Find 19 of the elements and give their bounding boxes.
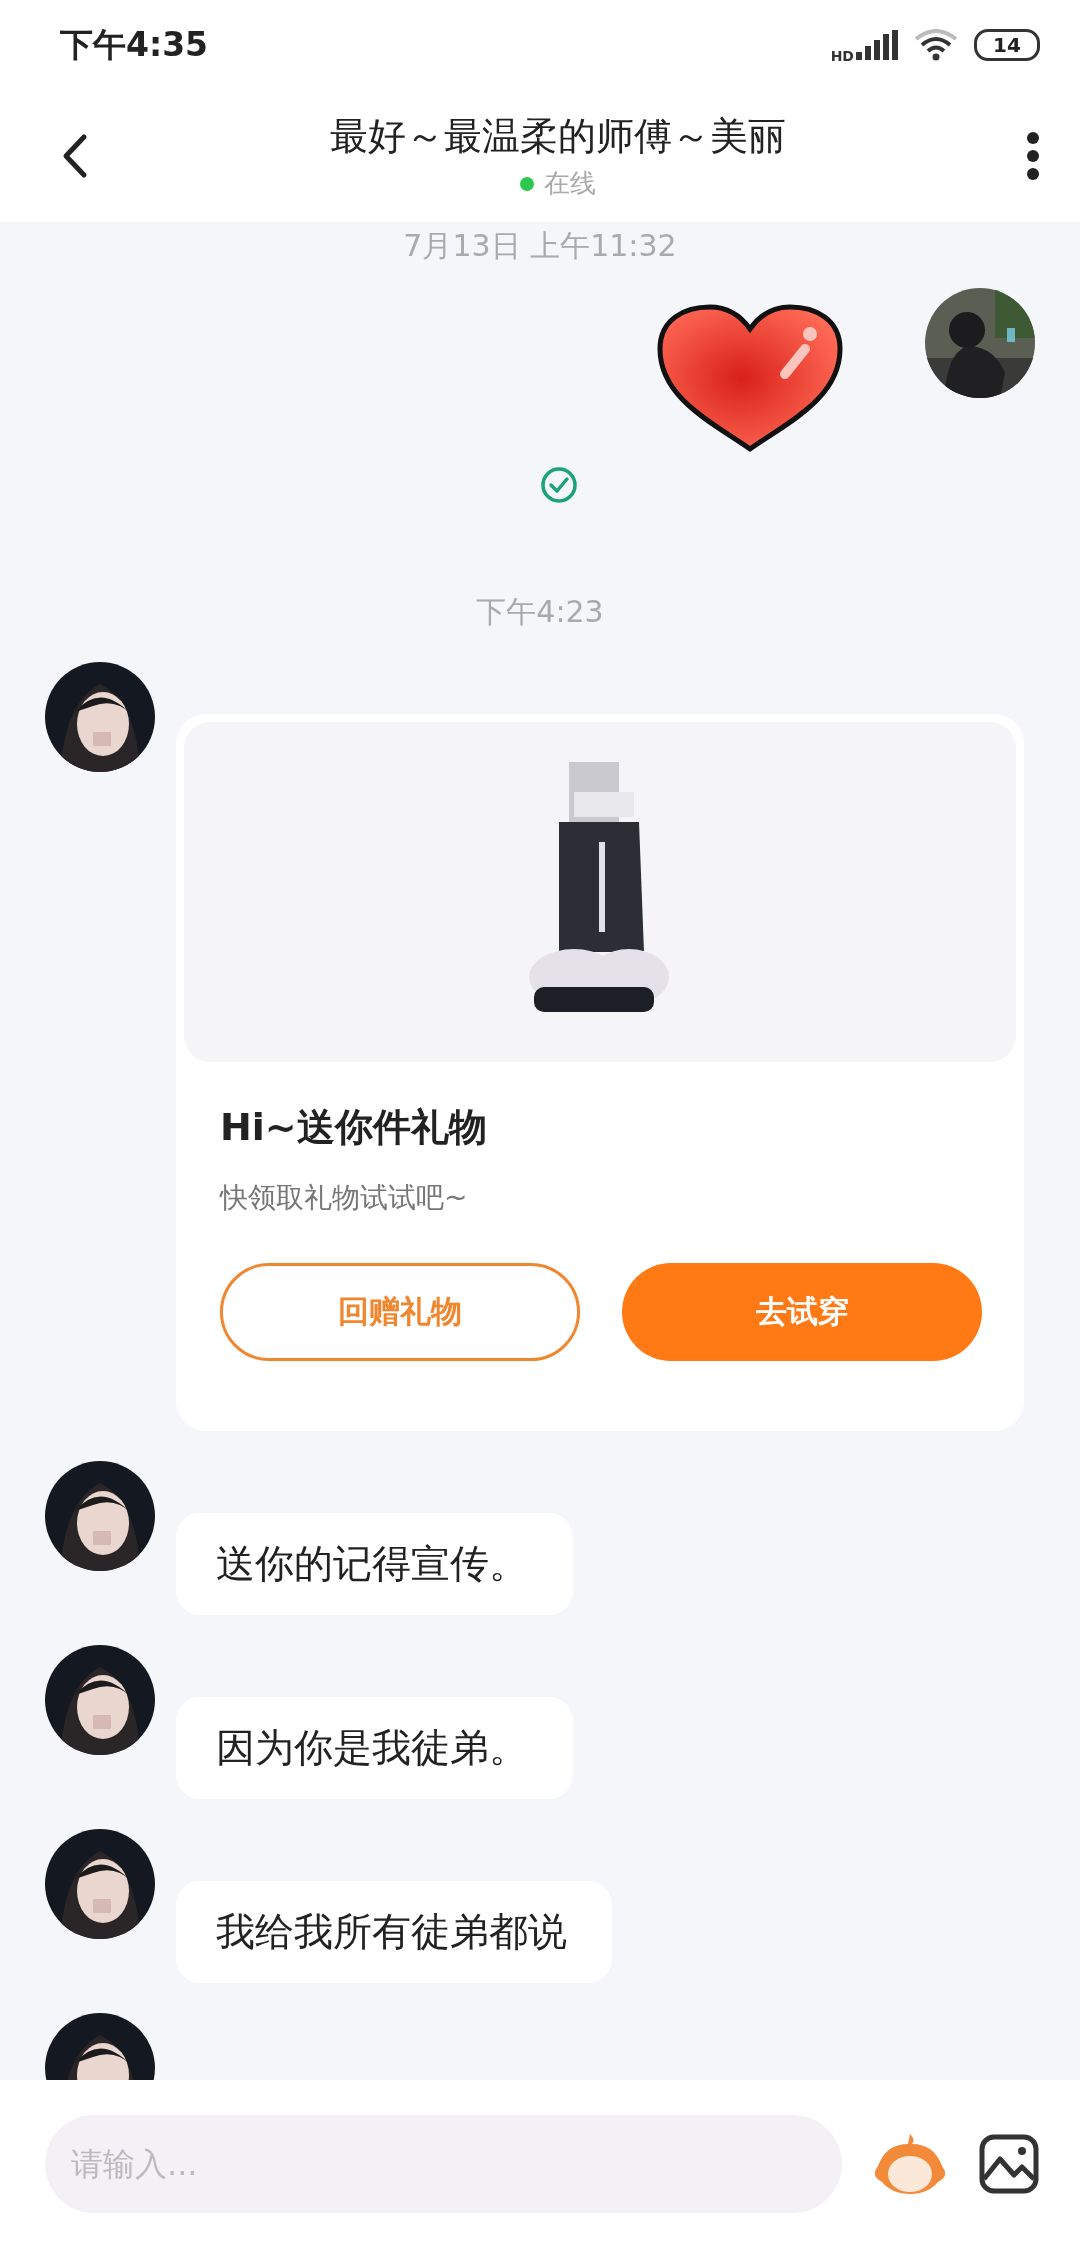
return-gift-button[interactable]: 回赠礼物: [220, 1263, 580, 1361]
gift-title: Hi~送你件礼物: [220, 1104, 488, 1151]
status-time: 下午4:35: [60, 23, 209, 66]
network-label: HD: [830, 48, 854, 64]
timestamp: 下午4:23: [476, 593, 604, 631]
more-icon[interactable]: [1026, 131, 1040, 181]
chat-title: 最好～最温柔的师傅～美丽: [330, 113, 786, 160]
try-on-button[interactable]: 去试穿: [622, 1263, 982, 1361]
wifi-icon: [914, 29, 958, 61]
message-bubble: 我给我所有徒弟都说: [176, 1881, 612, 1983]
message-bubble: 因为你是我徒弟。: [176, 1697, 573, 1799]
gift-subtitle: 快领取礼物试试吧~: [220, 1180, 469, 1216]
signal-icon: [856, 30, 898, 60]
message-input[interactable]: 请输入...: [45, 2115, 842, 2213]
message-bubble: 送你的记得宣传。: [176, 1513, 573, 1615]
presence-status: 在线: [544, 167, 596, 200]
image-icon[interactable]: [978, 2133, 1040, 2195]
timestamp: 7月13日 上午11:32: [403, 227, 677, 265]
battery-indicator: 14: [974, 29, 1040, 61]
